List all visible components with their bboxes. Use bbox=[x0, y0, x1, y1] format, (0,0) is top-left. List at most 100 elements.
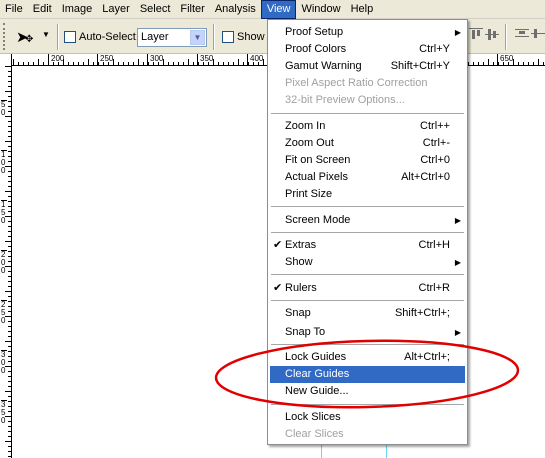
menu-view[interactable]: View bbox=[260, 0, 297, 19]
ruler-tick bbox=[8, 346, 11, 347]
ruler-tick bbox=[8, 146, 11, 147]
ruler-tick bbox=[8, 271, 11, 272]
menu-item-zoom-out[interactable]: Zoom Out Ctrl+- bbox=[270, 135, 465, 152]
menu-item-proof-setup[interactable]: Proof Setup ▶ bbox=[270, 24, 465, 41]
ruler-tick bbox=[8, 171, 11, 172]
ruler-tick bbox=[38, 59, 39, 65]
menu-item-proof-colors[interactable]: Proof Colors Ctrl+Y bbox=[270, 41, 465, 58]
ruler-tick bbox=[8, 76, 11, 77]
submenu-arrow-icon: ▶ bbox=[454, 28, 461, 37]
ruler-tick bbox=[5, 266, 11, 267]
submenu-arrow-icon: ▶ bbox=[454, 258, 461, 267]
ruler-tick bbox=[53, 62, 54, 65]
chevron-down-icon: ▼ bbox=[42, 30, 50, 39]
ruler-tick bbox=[83, 62, 84, 65]
menu-item-32bit-preview-options: 32-bit Preview Options... bbox=[285, 94, 405, 106]
guide-line[interactable] bbox=[386, 443, 387, 458]
menu-item-lock-guides[interactable]: Lock Guides Alt+Ctrl+; bbox=[270, 349, 465, 366]
auto-select-checkbox[interactable] bbox=[64, 31, 76, 43]
tool-preset-picker[interactable]: ➤ ✥ ▼ bbox=[12, 25, 52, 49]
align-vcenter-icon[interactable] bbox=[485, 27, 499, 43]
menu-item-print-size[interactable]: Print Size bbox=[270, 186, 465, 203]
auto-select-dropdown[interactable]: Layer ▼ bbox=[137, 28, 207, 47]
ruler-tick bbox=[473, 62, 474, 65]
ruler-tick bbox=[8, 436, 11, 437]
menu-filter[interactable]: Filter bbox=[175, 0, 209, 19]
ruler-origin[interactable] bbox=[0, 54, 12, 66]
ruler-label: 250 bbox=[97, 54, 113, 66]
menu-analysis[interactable]: Analysis bbox=[210, 0, 261, 19]
ruler-tick bbox=[8, 186, 11, 187]
menu-item-zoom-in[interactable]: Zoom In Ctrl++ bbox=[270, 118, 465, 135]
menu-item-clear-guides[interactable]: Clear Guides bbox=[270, 366, 465, 383]
ruler-tick bbox=[128, 62, 129, 65]
ruler-tick bbox=[503, 62, 504, 65]
ruler-tick bbox=[8, 151, 11, 152]
menu-item-gamut-warning[interactable]: Gamut Warning Shift+Ctrl+Y bbox=[270, 58, 465, 75]
vertical-ruler[interactable]: 50 100 150 200 250 300 350 bbox=[0, 66, 12, 458]
align-top-icon[interactable] bbox=[469, 27, 483, 43]
ruler-tick bbox=[468, 62, 469, 65]
menu-help[interactable]: Help bbox=[346, 0, 379, 19]
menu-item-show[interactable]: Show ▶ bbox=[270, 254, 465, 271]
ruler-tick bbox=[88, 59, 89, 65]
menu-item-actual-pixels[interactable]: Actual Pixels Alt+Ctrl+0 bbox=[270, 169, 465, 186]
ruler-tick bbox=[8, 321, 11, 322]
menu-bar: File Edit Image Layer Select Filter Anal… bbox=[0, 0, 545, 19]
ruler-tick bbox=[8, 161, 11, 162]
ruler-tick bbox=[23, 62, 24, 65]
menu-file[interactable]: File bbox=[0, 0, 28, 19]
ruler-tick bbox=[213, 59, 214, 65]
ruler-tick bbox=[18, 62, 19, 65]
ruler-tick bbox=[8, 431, 11, 432]
ruler-label: 200 bbox=[48, 54, 64, 66]
menu-select[interactable]: Select bbox=[135, 0, 176, 19]
menu-item-clear-slices: Clear Slices bbox=[285, 428, 344, 440]
menu-item-extras[interactable]: ✔ Extras Ctrl+H bbox=[270, 237, 465, 254]
menu-item-new-guide[interactable]: New Guide... bbox=[270, 383, 465, 400]
ruler-tick bbox=[8, 231, 11, 232]
ruler-tick bbox=[5, 391, 11, 392]
menu-item-rulers[interactable]: ✔ Rulers Ctrl+R bbox=[270, 280, 465, 297]
menu-item-snap[interactable]: Snap Shift+Ctrl+; bbox=[270, 305, 465, 322]
ruler-tick bbox=[233, 62, 234, 65]
menu-divider bbox=[271, 206, 464, 208]
menu-layer[interactable]: Layer bbox=[97, 0, 135, 19]
ruler-tick bbox=[5, 116, 11, 117]
menu-image[interactable]: Image bbox=[57, 0, 98, 19]
ruler-tick bbox=[163, 59, 164, 65]
menu-item-lock-slices[interactable]: Lock Slices bbox=[270, 409, 465, 426]
ruler-tick bbox=[8, 281, 11, 282]
menu-edit[interactable]: Edit bbox=[28, 0, 57, 19]
ruler-label: 100 bbox=[1, 150, 7, 175]
ruler-tick bbox=[488, 59, 489, 65]
ruler-tick bbox=[8, 136, 11, 137]
ruler-label: 250 bbox=[1, 300, 7, 325]
ruler-label: 300 bbox=[147, 54, 163, 66]
ruler-tick bbox=[113, 59, 114, 65]
guide-line[interactable] bbox=[321, 443, 322, 458]
ruler-tick bbox=[8, 226, 11, 227]
ruler-tick bbox=[223, 62, 224, 65]
ruler-tick bbox=[178, 62, 179, 65]
menu-item-snap-to[interactable]: Snap To ▶ bbox=[270, 324, 465, 341]
ruler-tick bbox=[8, 96, 11, 97]
ruler-tick bbox=[533, 62, 534, 65]
ruler-label: 150 bbox=[1, 200, 7, 225]
ruler-tick bbox=[5, 441, 11, 442]
distribute-top-icon[interactable] bbox=[515, 27, 529, 43]
ruler-tick bbox=[5, 216, 11, 217]
menu-window[interactable]: Window bbox=[296, 0, 345, 19]
distribute-center-icon[interactable] bbox=[531, 27, 545, 43]
ruler-tick bbox=[513, 59, 514, 65]
menu-item-fit-on-screen[interactable]: Fit on Screen Ctrl+0 bbox=[270, 152, 465, 169]
ruler-tick bbox=[8, 261, 11, 262]
ruler-tick bbox=[78, 62, 79, 65]
ruler-tick bbox=[183, 62, 184, 65]
ruler-tick bbox=[8, 256, 11, 257]
toolbar-grip[interactable] bbox=[3, 23, 7, 50]
ruler-tick bbox=[528, 62, 529, 65]
ruler-tick bbox=[168, 62, 169, 65]
menu-item-screen-mode[interactable]: Screen Mode ▶ bbox=[270, 212, 465, 229]
show-transform-checkbox[interactable] bbox=[222, 31, 234, 43]
